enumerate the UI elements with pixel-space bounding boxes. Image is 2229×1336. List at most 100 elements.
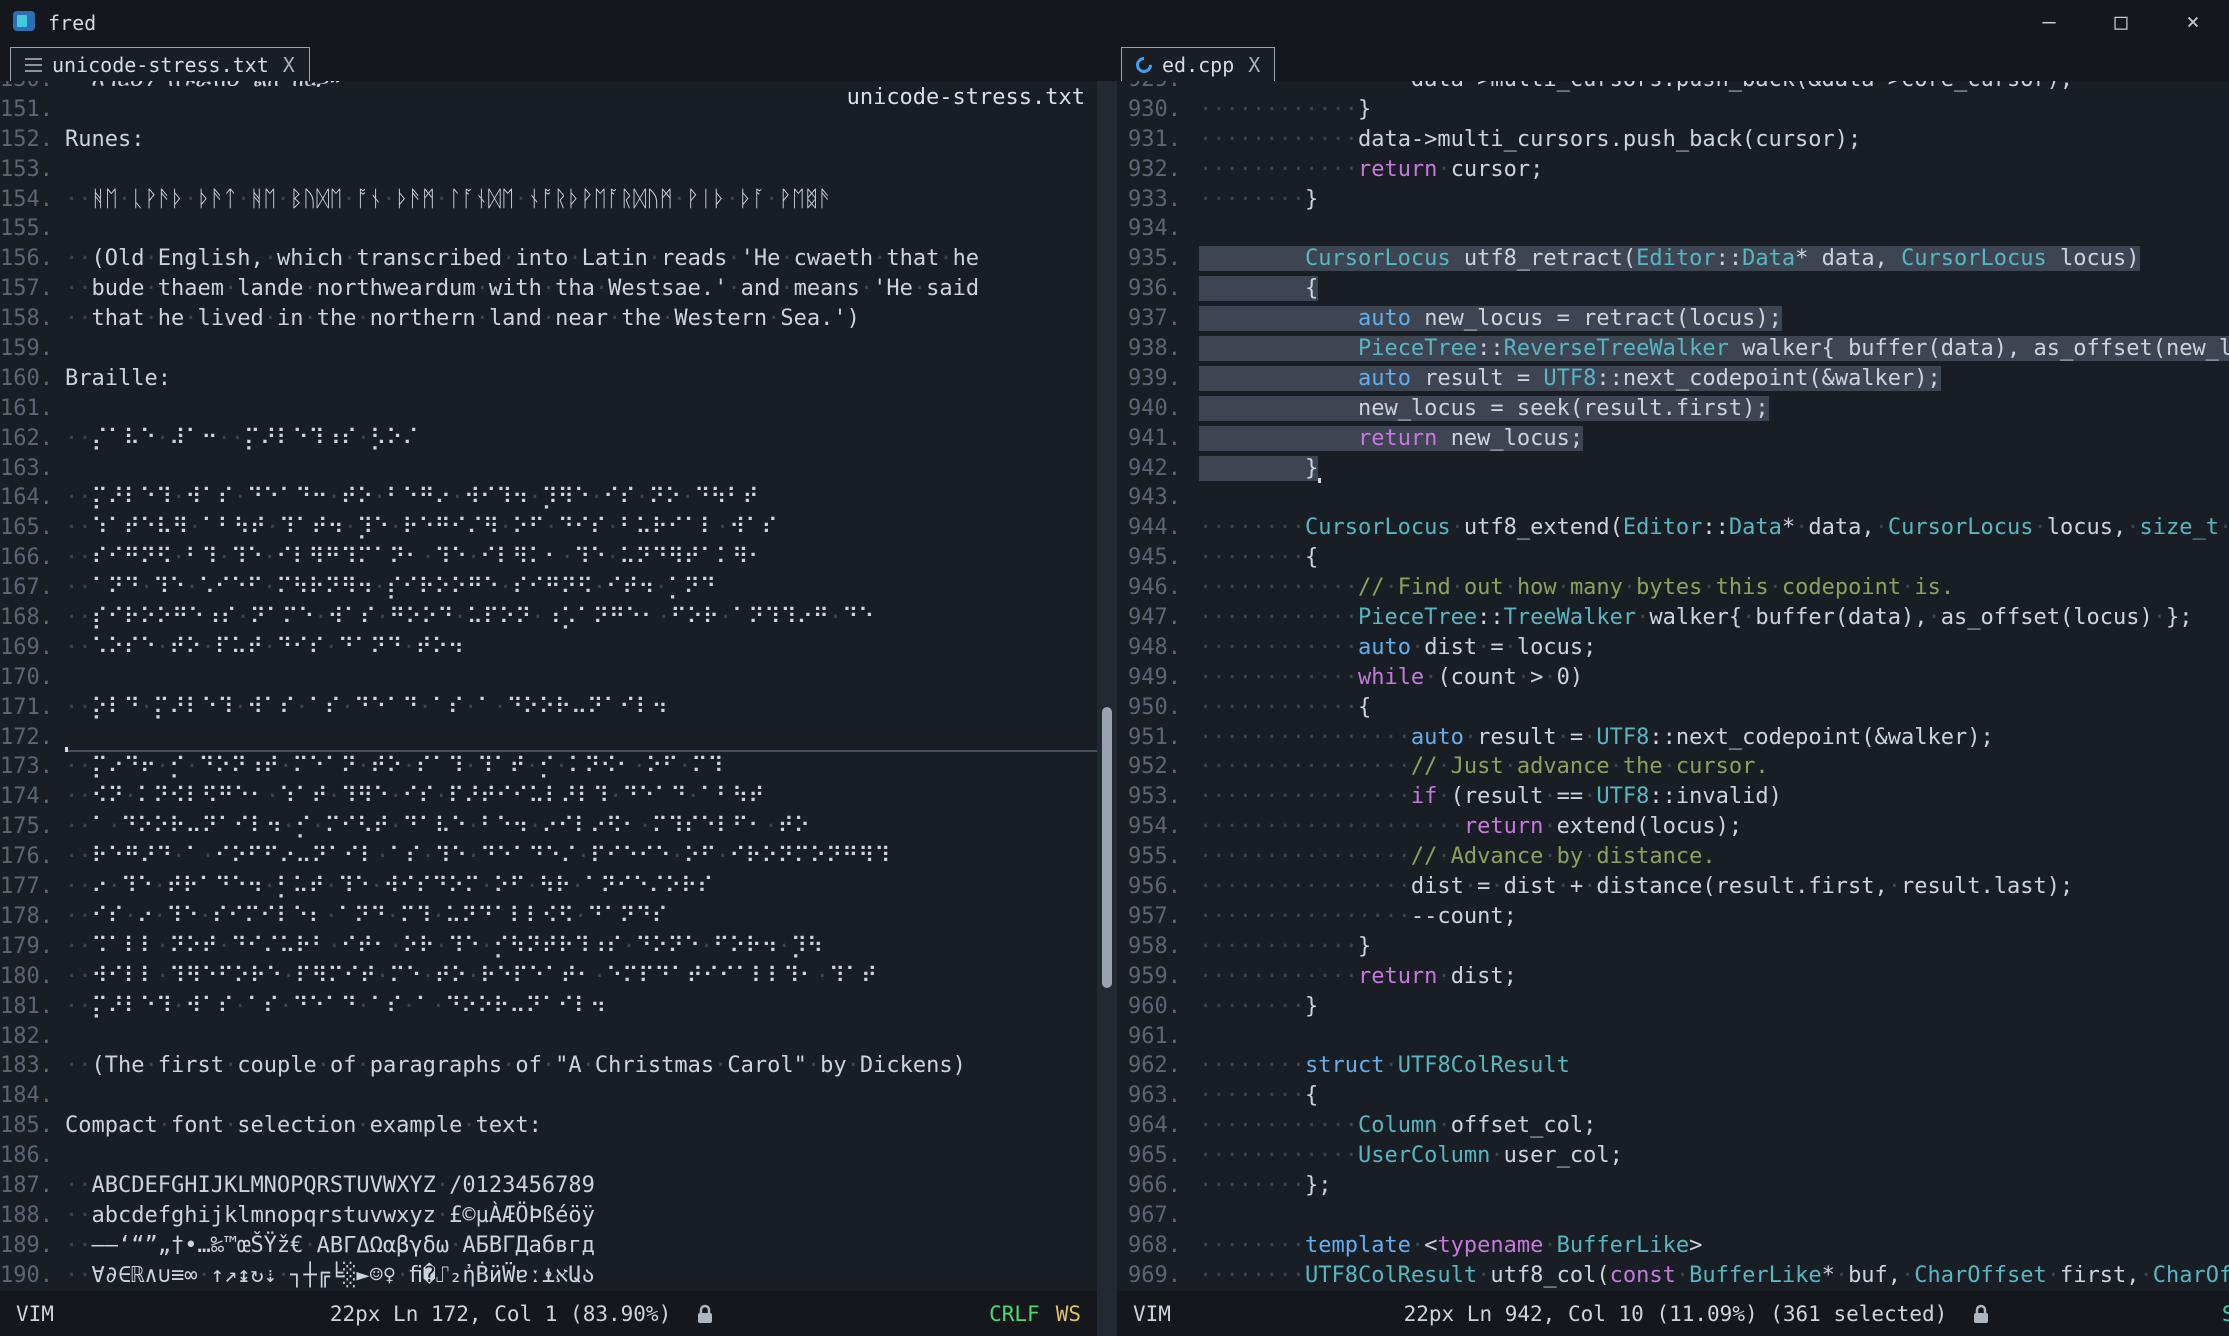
code-line[interactable]: 165.··⠱⠁⠞⠑⠧⠻·⠁⠃⠳⠞·⠹⠁⠞⠲·⡹⠑·⠗⠑⠛⠊⠌⠻·⠕⠋·⠙⠊⠎·… xyxy=(0,513,1097,543)
code-line[interactable]: 950.············{ xyxy=(1117,693,2229,723)
code-line[interactable]: 178.··⠊⠎·⠔·⠹⠑·⠎⠊⠍⠊⠇⠑⠆·⠁⠝⠙·⠍⠹·⠥⠝⠙⠁⠇⠇⠪⠫·⠙⠁… xyxy=(0,902,1097,932)
close-button[interactable]: × xyxy=(2157,0,2229,45)
code-line[interactable]: 957.················--count; xyxy=(1117,902,2229,932)
code-line[interactable]: 169.··⠡⠕⠎⠑·⠞⠕·⠏⠥⠞·⠙⠊⠎·⠙⠁⠝⠙·⠞⠕⠲ xyxy=(0,633,1097,663)
line-number: 939. xyxy=(1117,364,1199,394)
code-line[interactable]: 932.············return·cursor; xyxy=(1117,155,2229,185)
code-line[interactable]: 969.········UTF8ColResult·utf8_col(const… xyxy=(1117,1261,2229,1291)
code-line[interactable]: 167.··⠁⠝⠙·⠹⠑·⠡⠊⠑⠋·⠍⠳⠗⠝⠻⠲·⡎⠊⠗⠕⠕⠛⠑·⠎⠊⠛⠝⠫·⠊… xyxy=(0,573,1097,603)
whitespace-dots: · xyxy=(767,306,780,331)
code-line[interactable]: 954.····················return·extend(lo… xyxy=(1117,812,2229,842)
code-line[interactable]: 948.············auto·dist·=·locus; xyxy=(1117,633,2229,663)
code-line[interactable]: 186. xyxy=(0,1141,1097,1171)
code-line[interactable]: 182. xyxy=(0,1022,1097,1052)
code-line[interactable]: 176.··⠗⠑⠛⠜⠙·⠁·⠊⠕⠋⠋⠔⠤⠝⠁⠊⠇·⠁⠎·⠹⠑·⠙⠑⠁⠙⠑⠌·⠏⠊… xyxy=(0,842,1097,872)
code-line[interactable]: 161. xyxy=(0,394,1097,424)
whitespace-dots: · xyxy=(436,1173,449,1198)
code-line[interactable]: 941.············return·new_locus; xyxy=(1117,424,2229,454)
code-line[interactable]: 962.········struct·UTF8ColResult xyxy=(1117,1051,2229,1081)
code-line[interactable]: 940.············new_locus·=·seek(result.… xyxy=(1117,394,2229,424)
line-number: 151. xyxy=(0,95,65,125)
maximize-button[interactable]: □ xyxy=(2085,0,2157,45)
code-line[interactable]: 189.··–—‘“”„†•…‰™œŠŸž€·ΑΒΓΔΩαβγδω·АБВГДа… xyxy=(0,1231,1097,1261)
code-line[interactable]: 155. xyxy=(0,214,1097,244)
code-line[interactable]: 188.··abcdefghijklmnopqrstuvwxyz·£©µÀÆÖÞ… xyxy=(0,1201,1097,1231)
code-line[interactable]: 181.··⡍⠜⠇⠑⠹·⠺⠁⠎·⠁⠎·⠙⠑⠁⠙·⠁⠎·⠁·⠙⠕⠕⠗⠤⠝⠁⠊⠇⠲ xyxy=(0,992,1097,1022)
code-area-left[interactable]: 150.··እግርህን·በፍራሽህ·ልክ·ዘርጋ።151.152.Runes:1… xyxy=(0,81,1097,1291)
code-line[interactable]: 156.··(Old·English,·which·transcribed·in… xyxy=(0,244,1097,274)
code-line[interactable]: 163. xyxy=(0,454,1097,484)
code-line[interactable]: 184. xyxy=(0,1081,1097,1111)
code-line[interactable]: 966.········}; xyxy=(1117,1171,2229,1201)
code-text: ············//·Find·out·how·many·bytes·t… xyxy=(1199,573,2229,603)
code-line[interactable]: 179.··⠩⠁⠇⠇·⠝⠕⠞·⠙⠊⠌⠥⠗⠃·⠊⠞⠂·⠕⠗·⠹⠑·⡊⠳⠝⠞⠗⠹⠰⠎… xyxy=(0,932,1097,962)
code-line[interactable]: 172. xyxy=(0,723,1097,753)
code-line[interactable]: 952.················//·Just·advance·the·… xyxy=(1117,752,2229,782)
tab-ed-cpp[interactable]: ed.cpp X xyxy=(1121,47,1275,81)
scrollbar-thumb[interactable] xyxy=(1102,707,1112,988)
code-line[interactable]: 947.············PieceTree::TreeWalker·wa… xyxy=(1117,603,2229,633)
code-line[interactable]: 961. xyxy=(1117,1022,2229,1052)
code-line[interactable]: 965.············UserColumn·user_col; xyxy=(1117,1141,2229,1171)
code-line[interactable]: 958.············} xyxy=(1117,932,2229,962)
code-line[interactable]: 939.············auto·result·=·UTF8::next… xyxy=(1117,364,2229,394)
code-line[interactable]: 153. xyxy=(0,155,1097,185)
code-line[interactable]: 185.Compact·font·selection·example·text: xyxy=(0,1111,1097,1141)
code-line[interactable]: 931.············data->multi_cursors.push… xyxy=(1117,125,2229,155)
code-line[interactable]: 190.··∀∂∈ℝ∧∪≡∞·↑↗↨↻⇣·┐┼╔╘░►☺♀·ﬁ�⑀₂ἠḂӥẄɐː… xyxy=(0,1261,1097,1291)
code-line[interactable]: 945.········{ xyxy=(1117,543,2229,573)
pane-divider[interactable] xyxy=(1097,81,1117,1336)
code-line[interactable]: 158.··that·he·lived·in·the·northern·land… xyxy=(0,304,1097,334)
code-line[interactable]: 177.··⠔·⠹⠑·⠞⠗⠁⠙⠑⠲·⡃⠥⠞·⠹⠑·⠺⠊⠎⠙⠕⠍·⠕⠋·⠳⠗·⠁⠝… xyxy=(0,872,1097,902)
tab-unicode-stress-txt[interactable]: unicode-stress.txt X xyxy=(10,47,310,81)
code-line[interactable]: 934. xyxy=(1117,214,2229,244)
code-line[interactable]: 164.··⡍⠜⠇⠑⠹·⠺⠁⠎·⠙⠑⠁⠙⠒·⠞⠕·⠃⠑⠛⠔·⠺⠊⠹⠲·⡹⠻⠑·⠊… xyxy=(0,483,1097,513)
code-line[interactable]: 946.············//·Find·out·how·many·byt… xyxy=(1117,573,2229,603)
titlebar[interactable]: fred — □ × xyxy=(0,0,2229,45)
code-line[interactable]: 937.············auto·new_locus·=·retract… xyxy=(1117,304,2229,334)
code-line[interactable]: 951.················auto·result·=·UTF8::… xyxy=(1117,723,2229,753)
code-line[interactable]: 933.········} xyxy=(1117,185,2229,215)
code-line[interactable]: 187.··ABCDEFGHIJKLMNOPQRSTUVWXYZ·/012345… xyxy=(0,1171,1097,1201)
code-line[interactable]: 175.··⠁·⠙⠕⠕⠗⠤⠝⠁⠊⠇⠲·⡊·⠍⠊⠣⠞·⠙⠁⠧⠑·⠃⠑⠲·⠔⠊⠇⠔⠫… xyxy=(0,812,1097,842)
code-line[interactable]: 955.················//·Advance·by·distan… xyxy=(1117,842,2229,872)
whitespace-dots: · xyxy=(464,754,477,779)
code-line[interactable]: 953.················if·(result·==·UTF8::… xyxy=(1117,782,2229,812)
code-line[interactable]: 942.········} xyxy=(1117,454,2229,484)
code-line[interactable]: 956.················dist·=·dist·+·distan… xyxy=(1117,872,2229,902)
code-line[interactable]: 968.········template·<typename·BufferLik… xyxy=(1117,1231,2229,1261)
code-line[interactable]: 929.················data->multi_cursors.… xyxy=(1117,81,2229,95)
tab-close-icon[interactable]: X xyxy=(283,53,295,77)
code-line[interactable]: 943. xyxy=(1117,483,2229,513)
code-line[interactable]: 171.··⡕⠇⠙·⡍⠜⠇⠑⠹·⠺⠁⠎·⠁⠎·⠙⠑⠁⠙·⠁⠎·⠁·⠙⠕⠕⠗⠤⠝⠁… xyxy=(0,693,1097,723)
code-line[interactable]: 180.··⠺⠊⠇⠇·⠹⠻⠑⠋⠕⠗⠑·⠏⠻⠍⠊⠞·⠍⠑·⠞⠕·⠗⠑⠏⠑⠁⠞⠂·⠑… xyxy=(0,962,1097,992)
code-line[interactable]: 959.············return·dist; xyxy=(1117,962,2229,992)
code-line[interactable]: 949.············while·(count·>·0) xyxy=(1117,663,2229,693)
code-line[interactable]: 154.··ᚻᛖ·ᚳᚹᚫᚦ·ᚦᚫᛏ·ᚻᛖ·ᛒᚢᛞᛖ·ᚩᚾ·ᚦᚫᛗ·ᛚᚪᚾᛞᛖ·ᚾ… xyxy=(0,185,1097,215)
code-line[interactable]: 964.············Column·offset_col; xyxy=(1117,1111,2229,1141)
code-line[interactable]: 166.··⠎⠊⠛⠝⠫·⠃⠹·⠹⠑·⠊⠇⠻⠛⠹⠍⠁⠝⠂·⠹⠑·⠊⠇⠻⠅⠂·⠹⠑·… xyxy=(0,543,1097,573)
code-line[interactable]: 160.Braille: xyxy=(0,364,1097,394)
tab-close-icon[interactable]: X xyxy=(1248,53,1260,77)
code-line[interactable]: 183.··(The·first·couple·of·paragraphs·of… xyxy=(0,1051,1097,1081)
code-line[interactable]: 152.Runes: xyxy=(0,125,1097,155)
code-line[interactable]: 960.········} xyxy=(1117,992,2229,1022)
code-text: ··⠡⠕⠎⠑·⠞⠕·⠏⠥⠞·⠙⠊⠎·⠙⠁⠝⠙·⠞⠕⠲ xyxy=(65,633,1097,663)
whitespace-dots: · xyxy=(303,306,316,331)
code-line[interactable]: 162.··⡌⠁⠧⠑·⠼⠁⠒··⡍⠜⠇⠑⠹⠰⠎·⡣⠕⠌ xyxy=(0,424,1097,454)
minimize-button[interactable]: — xyxy=(2013,0,2085,45)
code-line[interactable]: 938.············PieceTree::ReverseTreeWa… xyxy=(1117,334,2229,364)
code-line[interactable]: 936.········{ xyxy=(1117,274,2229,304)
code-line[interactable]: 963.········{ xyxy=(1117,1081,2229,1111)
code-line[interactable]: 930.············} xyxy=(1117,95,2229,125)
code-line[interactable]: 967. xyxy=(1117,1201,2229,1231)
code-line[interactable]: 159. xyxy=(0,334,1097,364)
code-line[interactable]: 168.··⡎⠊⠗⠕⠕⠛⠑⠰⠎·⠝⠁⠍⠑·⠺⠁⠎·⠛⠕⠕⠙·⠥⠏⠕⠝·⠰⡡⠁⠝⠛… xyxy=(0,603,1097,633)
code-line[interactable]: 174.··⠪⠝·⠅⠝⠪⠇⠫⠛⠑⠂·⠱⠁⠞·⠹⠻⠑·⠊⠎·⠏⠜⠞⠊⠊⠥⠇⠜⠇⠹·… xyxy=(0,782,1097,812)
code-line[interactable]: 173.··⡍⠔⠙⠖·⡊·⠙⠕⠝⠰⠞·⠍⠑⠁⠝·⠞⠕·⠎⠁⠹·⠹⠁⠞·⡊·⠅⠝⠪… xyxy=(0,752,1097,782)
code-line[interactable]: 157.··bude·thaem·lande·northweardum·with… xyxy=(0,274,1097,304)
code-line[interactable]: 944.········CursorLocus·utf8_extend(Edit… xyxy=(1117,513,2229,543)
code-area-right[interactable]: 929.················data->multi_cursors.… xyxy=(1117,81,2229,1291)
code-line[interactable]: 935.········CursorLocus·utf8_retract(Edi… xyxy=(1117,244,2229,274)
code-line[interactable]: 170. xyxy=(0,663,1097,693)
